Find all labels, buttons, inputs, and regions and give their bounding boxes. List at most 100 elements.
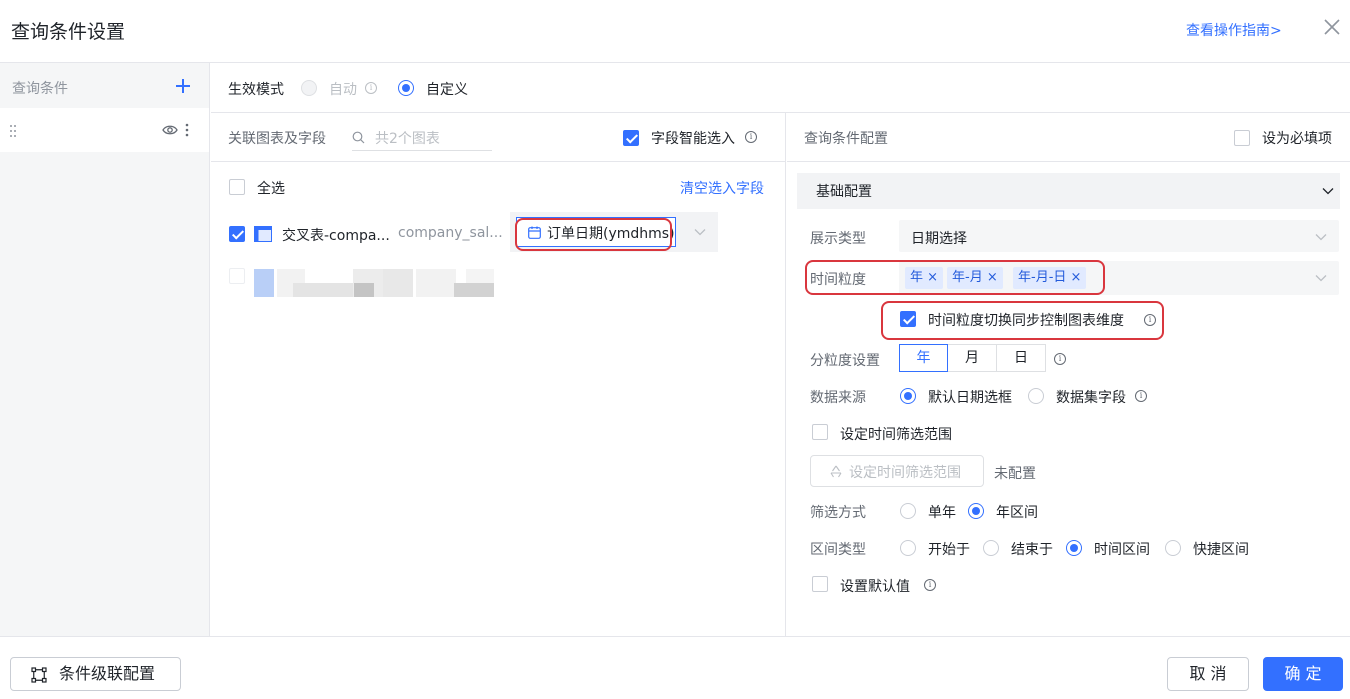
condition-item[interactable] bbox=[0, 108, 209, 152]
granularity-select[interactable]: 年 × 年-月 × 年-月-日 × bbox=[899, 261, 1339, 295]
filter-mode-single-label: 单年 bbox=[928, 505, 956, 521]
time-range-checkbox[interactable] bbox=[812, 424, 828, 440]
segment-day[interactable]: 日 bbox=[996, 344, 1046, 372]
range-type-quick-label: 快捷区间 bbox=[1193, 542, 1249, 558]
range-type-quick-radio[interactable] bbox=[1165, 540, 1181, 556]
granularity-tag: 年-月-日 × bbox=[1013, 267, 1087, 289]
more-vertical-icon[interactable] bbox=[185, 123, 189, 137]
mode-custom-radio[interactable] bbox=[398, 80, 414, 96]
required-label: 设为必填项 bbox=[1262, 131, 1332, 147]
mode-auto-radio[interactable] bbox=[301, 80, 317, 96]
display-type-label: 展示类型 bbox=[810, 231, 866, 247]
chart-search-input[interactable]: 共2个图表 bbox=[352, 125, 492, 151]
calendar-icon bbox=[528, 226, 541, 239]
info-icon: i bbox=[924, 579, 936, 591]
field-select[interactable]: 订单日期(ymdhms) bbox=[510, 212, 718, 252]
granularity-tag: 年 × bbox=[905, 267, 944, 289]
tag-close-icon[interactable]: × bbox=[1071, 270, 1082, 285]
ok-button[interactable]: 确 定 bbox=[1263, 657, 1343, 691]
default-value-checkbox[interactable] bbox=[812, 576, 828, 592]
obscured-content bbox=[454, 283, 494, 297]
tag-close-icon[interactable]: × bbox=[927, 270, 938, 285]
recycle-icon bbox=[830, 465, 842, 478]
data-source-default-label: 默认日期选框 bbox=[928, 390, 1012, 406]
sub-granularity-segment: 年 月 日 bbox=[899, 344, 1046, 372]
segment-month[interactable]: 月 bbox=[947, 344, 997, 372]
chart-name: 交叉表-compa... bbox=[282, 228, 390, 244]
display-type-select[interactable]: 日期选择 bbox=[899, 220, 1339, 252]
chevron-down-icon bbox=[1315, 275, 1327, 282]
info-icon: i bbox=[1054, 353, 1066, 365]
drag-handle-icon[interactable] bbox=[9, 124, 17, 138]
chart-search-placeholder: 共2个图表 bbox=[375, 131, 440, 147]
cascade-config-label: 条件级联配置 bbox=[59, 664, 156, 683]
chart-row-checkbox[interactable] bbox=[229, 226, 245, 242]
chart-row-checkbox[interactable] bbox=[229, 268, 245, 284]
range-type-start-label: 开始于 bbox=[928, 542, 970, 558]
range-type-end-radio[interactable] bbox=[983, 540, 999, 556]
info-icon: i bbox=[365, 82, 377, 94]
range-type-interval-label: 时间区间 bbox=[1094, 542, 1150, 558]
obscured-content bbox=[293, 283, 353, 297]
chevron-down-icon[interactable] bbox=[694, 228, 706, 236]
granularity-tag: 年-月 × bbox=[947, 267, 1003, 289]
obscured-content bbox=[354, 283, 374, 297]
data-source-label: 数据来源 bbox=[810, 390, 866, 406]
close-icon[interactable] bbox=[1321, 16, 1343, 38]
data-source-default-radio[interactable] bbox=[900, 388, 916, 404]
cancel-button[interactable]: 取 消 bbox=[1167, 657, 1249, 691]
range-type-end-label: 结束于 bbox=[1011, 542, 1053, 558]
cascade-config-button[interactable]: 条件级联配置 bbox=[10, 657, 181, 691]
sync-control-label: 时间粒度切换同步控制图表维度 bbox=[928, 313, 1124, 329]
tag-close-icon[interactable]: × bbox=[987, 270, 998, 285]
dialog-title: 查询条件设置 bbox=[11, 21, 126, 43]
required-checkbox[interactable] bbox=[1234, 130, 1250, 146]
charts-panel-header: 关联图表及字段 共2个图表 字段智能选入 i bbox=[211, 113, 786, 162]
smart-select-label: 字段智能选入 bbox=[651, 131, 735, 147]
time-range-button[interactable]: 设定时间筛选范围 bbox=[810, 455, 984, 487]
dialog-footer: 条件级联配置 取 消 确 定 bbox=[0, 636, 1350, 699]
data-source-dataset-label: 数据集字段 bbox=[1056, 390, 1126, 406]
info-icon: i bbox=[1135, 390, 1147, 402]
guide-link[interactable]: 查看操作指南> bbox=[1186, 20, 1282, 40]
mode-label: 生效模式 bbox=[228, 82, 284, 98]
field-value-box[interactable]: 订单日期(ymdhms) bbox=[516, 217, 676, 247]
dataset-name: company_sal... bbox=[398, 225, 503, 241]
select-all-checkbox[interactable] bbox=[229, 179, 245, 195]
eye-icon[interactable] bbox=[162, 124, 178, 136]
time-range-status: 未配置 bbox=[994, 466, 1036, 482]
tag-label: 年-月-日 bbox=[1018, 270, 1067, 285]
filter-mode-range-label: 年区间 bbox=[996, 505, 1038, 521]
chevron-down-icon[interactable] bbox=[1322, 187, 1334, 195]
sidebar-title: 查询条件 bbox=[12, 81, 68, 97]
range-type-interval-radio[interactable] bbox=[1066, 540, 1082, 556]
select-all-label: 全选 bbox=[257, 181, 285, 197]
dialog-header: 查询条件设置 查看操作指南> bbox=[0, 0, 1350, 63]
config-panel: 查询条件配置 设为必填项 基础配置 展示类型 日期选择 时间粒度 年 × 年-月… bbox=[787, 113, 1350, 636]
basic-config-section[interactable]: 基础配置 bbox=[797, 173, 1340, 209]
obscured-content bbox=[254, 269, 274, 297]
sync-control-checkbox[interactable] bbox=[900, 311, 916, 327]
search-icon bbox=[352, 131, 365, 144]
table-chart-icon bbox=[254, 226, 272, 242]
info-icon: i bbox=[745, 131, 757, 143]
clear-fields-link[interactable]: 清空选入字段 bbox=[680, 178, 764, 198]
smart-select-checkbox[interactable] bbox=[623, 130, 639, 146]
segment-year[interactable]: 年 bbox=[899, 344, 948, 372]
obscured-content bbox=[383, 269, 413, 297]
tag-label: 年 bbox=[910, 270, 924, 285]
granularity-label: 时间粒度 bbox=[810, 272, 866, 288]
data-source-dataset-radio[interactable] bbox=[1028, 388, 1044, 404]
filter-mode-range-radio[interactable] bbox=[968, 503, 984, 519]
chevron-down-icon bbox=[1315, 234, 1327, 241]
display-type-value: 日期选择 bbox=[911, 231, 967, 247]
filter-mode-single-radio[interactable] bbox=[900, 503, 916, 519]
cascade-icon bbox=[31, 667, 47, 683]
sub-granularity-label: 分粒度设置 bbox=[810, 353, 880, 369]
mode-custom-label: 自定义 bbox=[426, 82, 468, 98]
mode-auto-label: 自动 bbox=[329, 82, 357, 98]
config-panel-header: 查询条件配置 设为必填项 bbox=[787, 113, 1350, 162]
add-condition-icon[interactable] bbox=[174, 77, 192, 95]
range-type-start-radio[interactable] bbox=[900, 540, 916, 556]
effect-mode-row: 生效模式 自动 i 自定义 bbox=[211, 63, 1350, 113]
